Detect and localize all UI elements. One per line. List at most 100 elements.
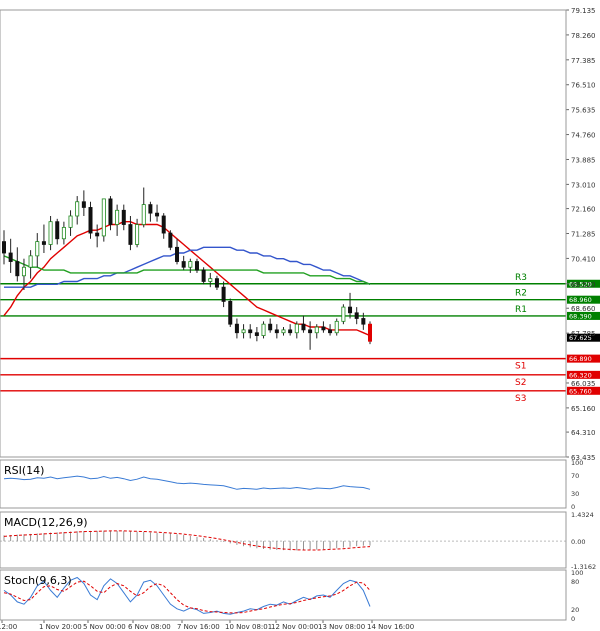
pivot-level-label: R3 [515,273,527,283]
price-tick-label: 74.760 [571,132,596,140]
candle-body [194,261,199,271]
candle-body [214,278,219,288]
candle-body [55,221,60,240]
price-tick-label: 79.135 [571,7,596,15]
candle-body [348,306,353,314]
candle-body [108,198,113,225]
price-tick-label: 71.285 [571,231,596,239]
pivot-price-tag-label: 66.320 [569,371,592,379]
indicator-tick-label: 1.4324 [571,511,594,519]
indicator-tick-label: 20 [571,606,579,614]
candle-body [135,224,140,245]
indicator-title: Stoch(9,6,3) [4,574,72,587]
price-tick-label: 75.635 [571,107,596,115]
time-tick-label: 13 Nov 08:00 [318,623,365,631]
candle-body [254,332,259,336]
candle-body [321,326,326,331]
candle-body [15,261,20,277]
candle-body [328,329,333,334]
candle-body [341,306,346,322]
candle-body [175,246,180,262]
candle-body [188,261,193,268]
pivot-price-tag-label: 66.890 [569,355,592,363]
time-tick-label: 5 Nov 00:00 [83,623,126,631]
candle-body [181,261,186,268]
candle-body [334,320,339,334]
candle-body [367,323,372,342]
candle-body [61,226,66,240]
price-tick-label: 73.010 [571,181,596,189]
pivot-level-label: R2 [515,289,527,299]
price-tick-label: 77.385 [571,57,596,65]
candle-body [221,286,226,302]
indicator-title: RSI(14) [4,464,44,477]
candle-body [48,221,53,245]
candle-body [155,212,160,217]
candle-body [261,323,266,336]
pivot-price-tag-label: 68.960 [569,296,592,304]
candle-body [308,329,313,334]
candle-body [68,215,73,228]
pivot-level-label: R1 [515,305,527,315]
candle-body [301,323,306,331]
price-tick-label: 78.260 [571,32,596,40]
candle-body [28,255,33,268]
candle-body [141,204,146,225]
pivot-level-label: S1 [515,362,526,372]
pivot-price-tag-label: 68.390 [569,312,592,320]
candle-body [81,201,86,208]
price-tick-label: 65.160 [571,405,596,413]
candle-body [241,329,246,334]
candle-body [248,329,253,334]
price-tick-label: 76.510 [571,82,596,90]
price-tick-label: 64.310 [571,429,596,437]
candle-body [168,232,173,248]
candle-body [314,326,319,334]
candle-body [148,204,153,214]
time-tick-label: 10 Nov 08:01 [225,623,272,631]
candle-body [75,201,80,217]
candle-body [361,318,366,325]
candle-body [161,215,166,234]
candle-body [88,207,93,234]
time-tick-label: 14 Nov 16:00 [367,623,414,631]
candle-body [2,241,7,254]
candle-body [41,241,46,245]
chart-canvas: R3 69.520 R2 68.960 R1 68.390 S1 66.890 S2 66.320… [0,0,600,631]
time-tick-label: 12 Nov 00:00 [271,623,318,631]
candle-body [228,301,233,325]
price-tick-label: 68.660 [571,305,596,313]
candle-body [281,329,286,334]
indicator-tick-label: 100 [571,569,583,577]
price-tick-label: 73.885 [571,156,596,164]
candle-body [115,209,120,225]
price-tick-label: 66.035 [571,380,596,388]
pivot-level-label: S3 [515,394,526,404]
price-tick-label: 67.785 [571,330,596,338]
candle-body [354,312,359,319]
candle-body [128,224,133,245]
candle-body [274,329,279,334]
time-tick-label: 12:00 [0,623,17,631]
time-tick-label: 1 Nov 20:00 [39,623,82,631]
time-tick-label: 6 Nov 08:00 [128,623,171,631]
indicator-tick-label: 30 [571,490,579,498]
pivot-price-tag-label: 65.760 [569,387,592,395]
time-tick-label: 7 Nov 16:00 [177,623,220,631]
indicator-title: MACD(12,26,9) [4,516,88,529]
candle-body [294,323,299,334]
candle-body [35,241,40,257]
indicator-tick-label: 70 [571,472,579,480]
candle-body [208,278,213,282]
indicator-tick-label: 100 [571,459,583,467]
indicator-tick-label: 0.00 [571,538,585,546]
indicator-tick-label: 80 [571,578,579,586]
price-tick-label: 70.410 [571,255,596,263]
candle-body [21,266,26,277]
candle-body [8,252,13,262]
indicator-tick-label: 0 [571,615,575,623]
candle-body [95,232,100,237]
candle-body [201,269,206,282]
pivot-level-label: S2 [515,378,526,388]
price-tick-label: 69.520 [571,281,596,289]
